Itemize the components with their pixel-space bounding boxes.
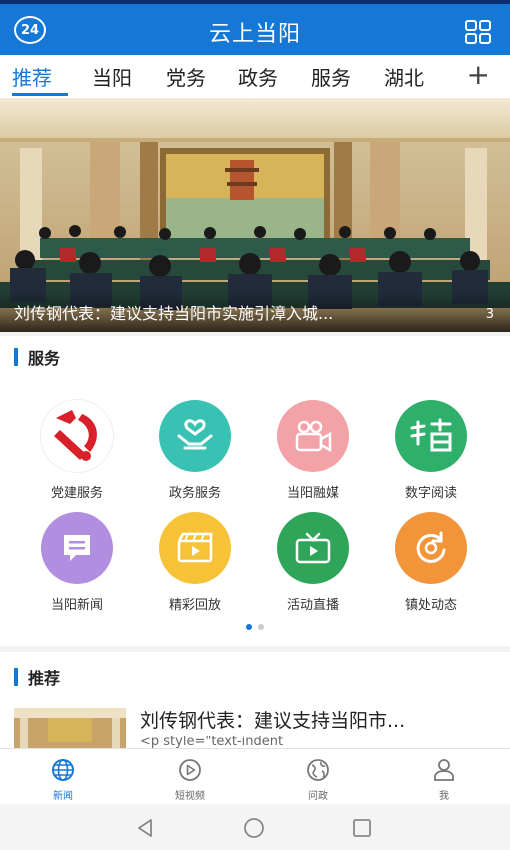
service-news[interactable]: 当阳新闻: [22, 512, 132, 613]
service-label: 政务服务: [168, 486, 221, 501]
party-emblem-icon: [41, 400, 113, 472]
add-channel-button[interactable]: +: [467, 61, 490, 89]
section-accent-bar: [14, 668, 18, 686]
channel-tabs: 推荐 当阳 党务 政务 服务 湖北 +: [0, 55, 510, 98]
services-header: 服务: [14, 346, 60, 368]
recents-icon[interactable]: [350, 816, 374, 840]
recommend-section: 推荐 刘传钢代表：建议支持当阳市... <p style="text-inden…: [0, 652, 510, 748]
tab-fade: [418, 55, 458, 98]
service-label: 数字阅读: [404, 486, 457, 501]
section-accent-bar: [14, 348, 18, 366]
app-root: 24 云上当阳 推荐 当阳 党务 政务 服务 湖北 + 刘传钢代表：建议支持当阳…: [0, 0, 510, 850]
active-tab-indicator: [12, 93, 68, 96]
service-label: 活动直播: [286, 598, 339, 613]
service-media[interactable]: 当阳融媒: [258, 400, 368, 501]
play-circle-icon: [179, 759, 201, 781]
service-label: 镇处动态: [404, 598, 457, 613]
app-title: 云上当阳: [208, 22, 301, 47]
clapperboard-icon: [159, 512, 231, 584]
service-label: 当阳新闻: [50, 598, 103, 613]
video-camera-icon: [277, 400, 349, 472]
nav-me[interactable]: 我: [399, 755, 489, 802]
system-navigation-bar: [0, 804, 510, 850]
grid-icon[interactable]: [464, 19, 492, 45]
nav-short-video[interactable]: 短视频: [145, 755, 235, 802]
tab-service[interactable]: 服务: [311, 62, 351, 91]
tab-government[interactable]: 政务: [238, 62, 278, 91]
banner-page-index: 3: [485, 307, 494, 322]
bottom-navigation: 新闻 短视频 问政 我: [0, 748, 510, 804]
calligraphy-read-icon: [395, 400, 467, 472]
service-replay[interactable]: 精彩回放: [140, 512, 250, 613]
user-icon: [434, 759, 454, 781]
services-section: 服务 党建服务 政务服务 当阳融媒 数字阅读 当阳新闻 精彩回放 活动直播 镇处…: [0, 336, 510, 646]
service-government[interactable]: 政务服务: [140, 400, 250, 501]
globe-icon: [52, 759, 74, 781]
service-town-updates[interactable]: 镇处动态: [376, 512, 486, 613]
news-snippet: <p style="text-indent: [140, 736, 284, 748]
recommend-title: 推荐: [28, 669, 61, 688]
tab-party[interactable]: 党务: [166, 62, 206, 91]
earth-icon: [307, 759, 329, 781]
headline-banner[interactable]: 刘传钢代表：建议支持当阳市实施引漳入城... 3: [0, 98, 510, 332]
service-live[interactable]: 活动直播: [258, 512, 368, 613]
message-icon: [41, 512, 113, 584]
tv-play-icon: [277, 512, 349, 584]
service-party-building[interactable]: 党建服务: [22, 400, 132, 501]
page-dot: [258, 624, 264, 630]
service-label: 当阳融媒: [286, 486, 339, 501]
service-label: 精彩回放: [168, 598, 221, 613]
nav-news[interactable]: 新闻: [18, 755, 108, 802]
news-thumbnail[interactable]: [14, 708, 126, 748]
nav-inquiry[interactable]: 问政: [273, 755, 363, 802]
banner-caption: 刘传钢代表：建议支持当阳市实施引漳入城...: [14, 304, 334, 323]
page-dot-active: [246, 624, 252, 630]
app-header: 24 云上当阳: [0, 0, 510, 55]
service-label: 党建服务: [50, 486, 103, 501]
service-digital-reading[interactable]: 数字阅读: [376, 400, 486, 501]
nav-label: 短视频: [175, 791, 205, 802]
services-page-indicator: [0, 624, 510, 630]
recommend-header: 推荐: [14, 666, 60, 688]
hands-heart-icon: [159, 400, 231, 472]
nav-label: 问政: [308, 791, 328, 802]
nav-label: 我: [439, 791, 449, 802]
tab-recommend[interactable]: 推荐: [12, 62, 52, 91]
tab-dangyang[interactable]: 当阳: [92, 62, 132, 91]
news-title[interactable]: 刘传钢代表：建议支持当阳市...: [140, 706, 500, 733]
refresh-circle-icon: [395, 512, 467, 584]
nav-label: 新闻: [53, 791, 73, 802]
home-icon[interactable]: [242, 816, 266, 840]
back-icon[interactable]: [133, 816, 157, 840]
services-title: 服务: [28, 349, 61, 368]
